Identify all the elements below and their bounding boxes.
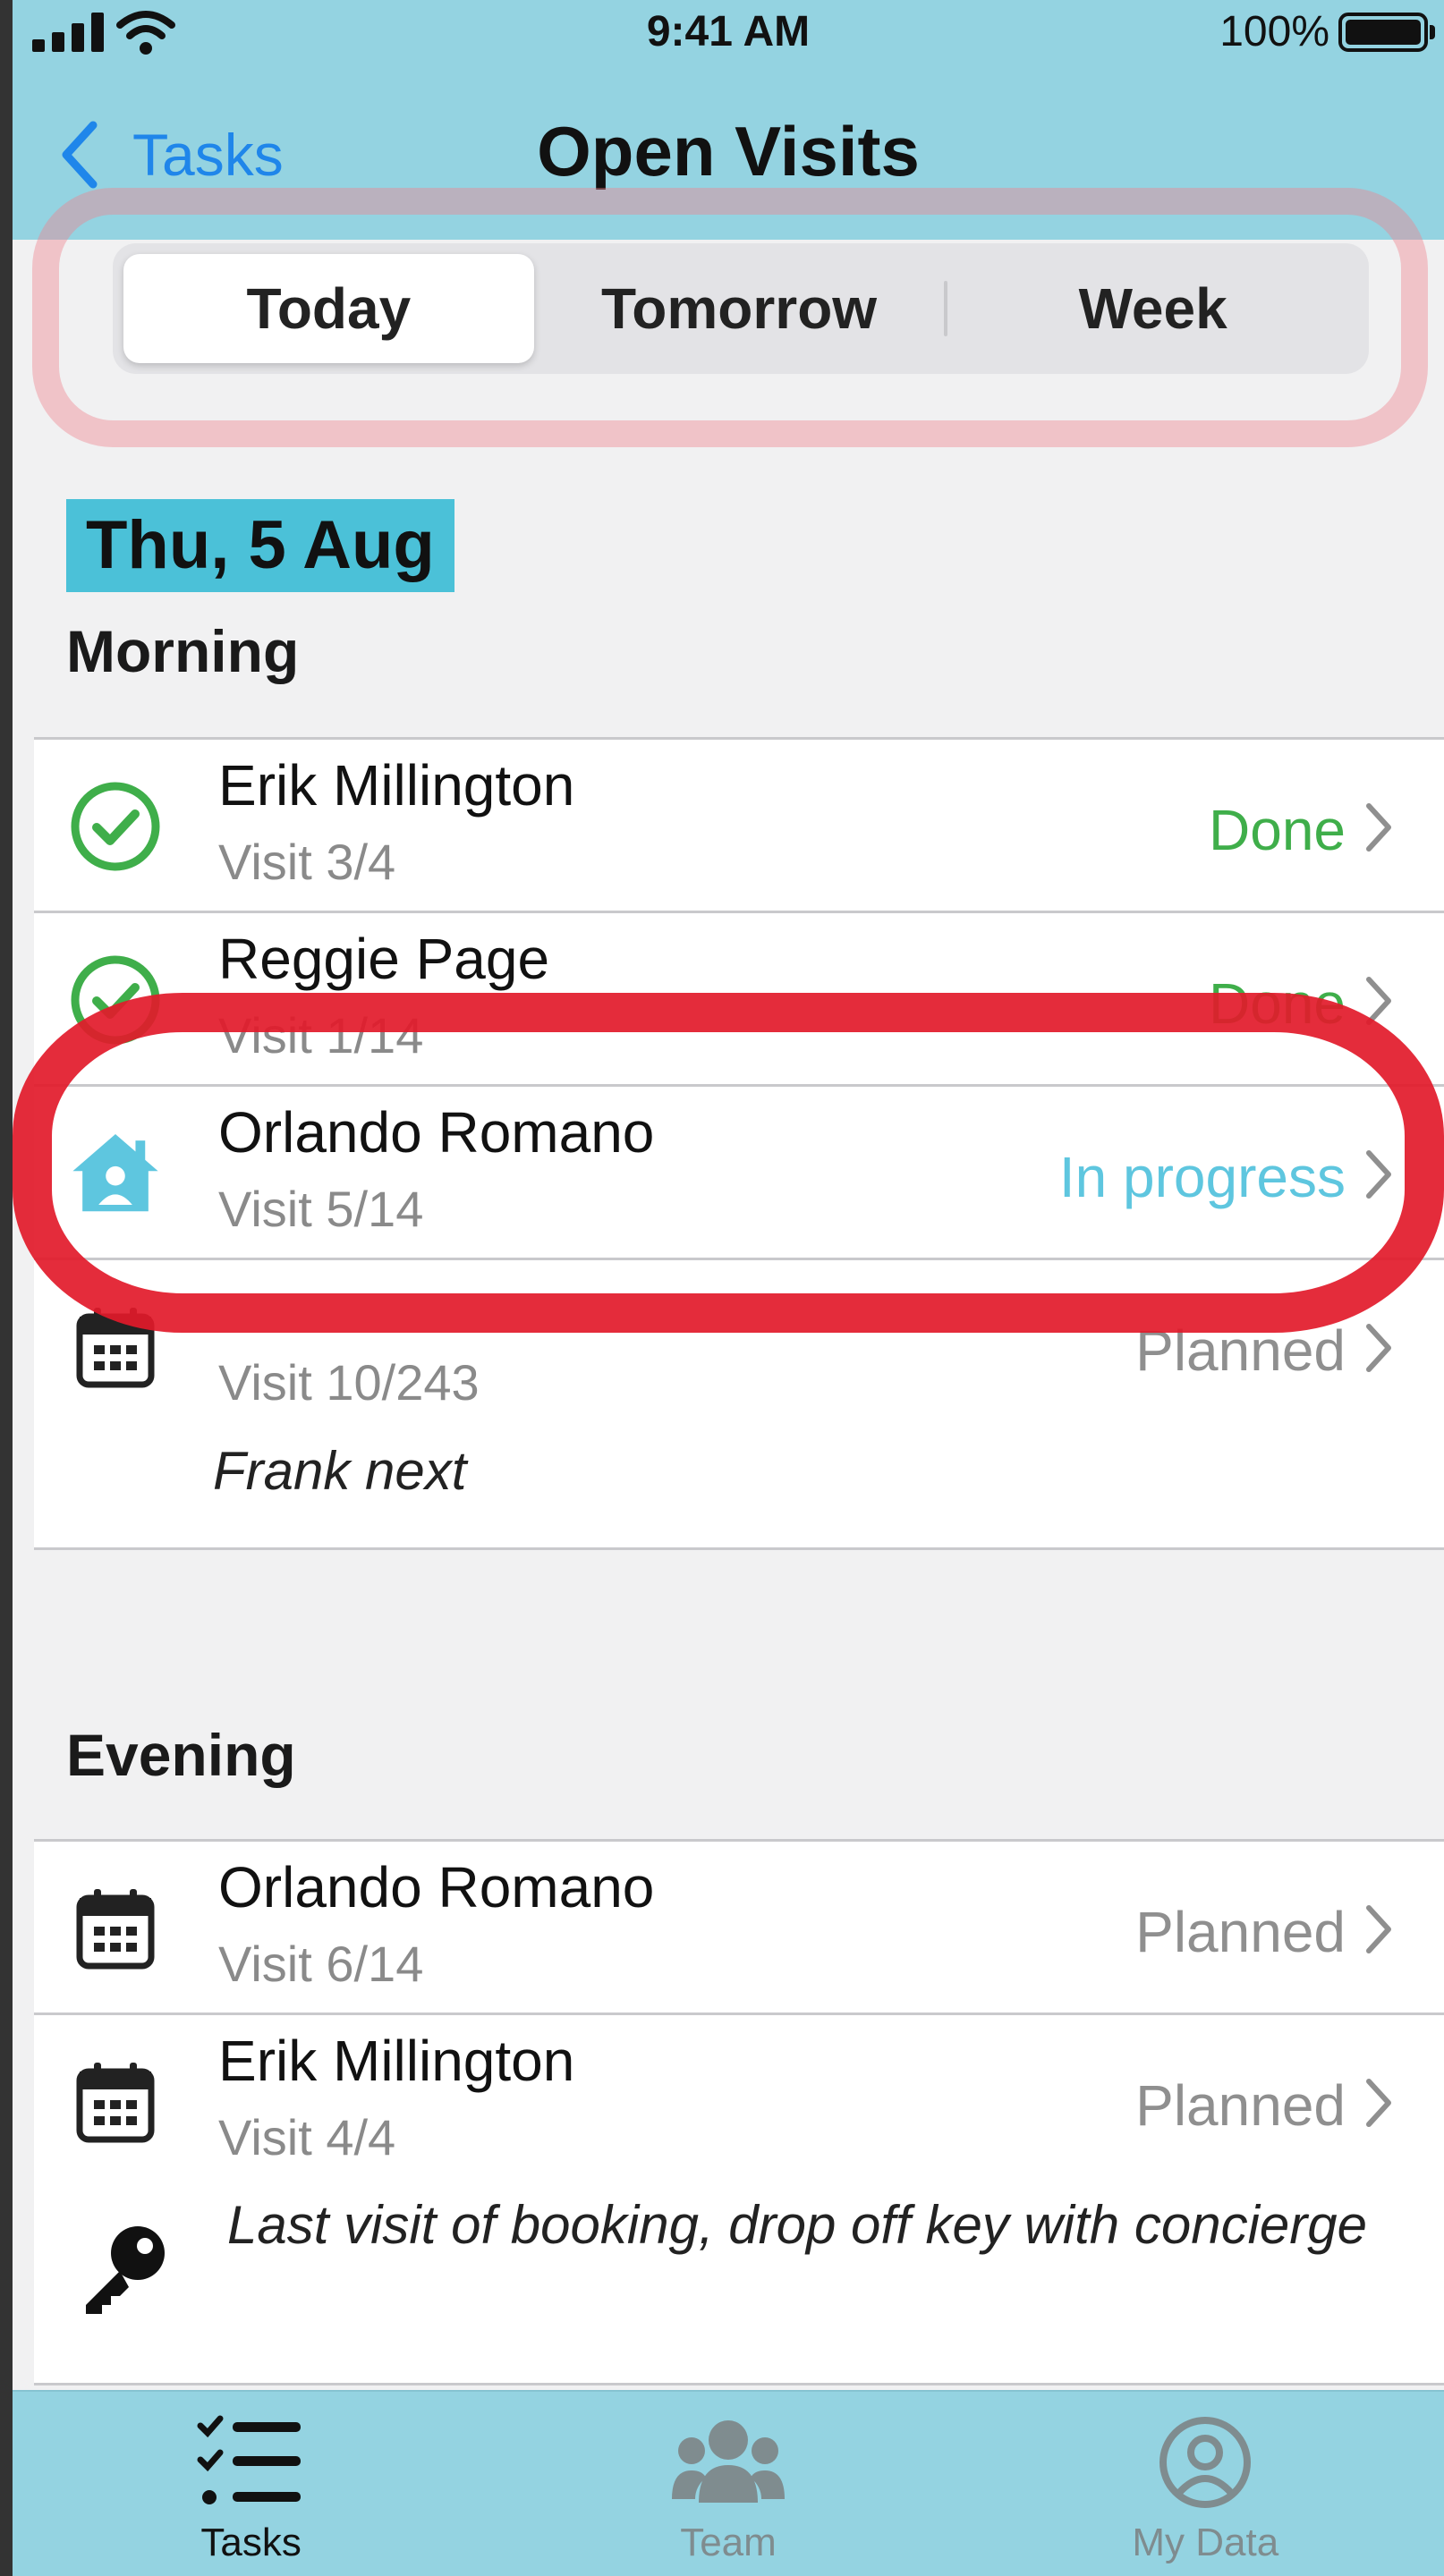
section-title-evening: Evening	[66, 1722, 296, 1788]
status-label: Planned	[1135, 2073, 1346, 2138]
tab-my-data[interactable]: My Data	[967, 2392, 1444, 2576]
chevron-right-icon	[1366, 1150, 1391, 1199]
visit-row[interactable]: Orlando Romano Visit 5/14 In progress	[34, 1087, 1444, 1260]
header: 9:41 AM 100% Tasks Open Visits	[13, 0, 1444, 240]
client-name: Erik Millington	[218, 753, 575, 818]
check-circle-icon	[68, 953, 163, 1047]
client-name: Reggie Page	[218, 927, 550, 991]
segment-tomorrow[interactable]: Tomorrow	[534, 254, 945, 363]
status-label: In progress	[1058, 1145, 1346, 1209]
segment-today[interactable]: Today	[123, 254, 534, 363]
client-name: Orlando Romano	[218, 1100, 655, 1165]
visit-count: Visit 6/14	[218, 1936, 424, 1992]
visit-note: Last visit of booking, drop off key with…	[227, 2195, 1368, 2255]
status-label: Planned	[1135, 1900, 1346, 1964]
checklist-icon	[197, 2415, 301, 2504]
chevron-right-icon	[1366, 1905, 1391, 1953]
visit-row[interactable]: Erik Millington Visit 3/4 Done	[34, 740, 1444, 913]
visit-count: Visit 4/4	[218, 2109, 396, 2165]
app-screen: 9:41 AM 100% Tasks Open Visits Today Tom…	[13, 0, 1444, 2576]
morning-list: Erik Millington Visit 3/4 Done Reggie Pa…	[34, 737, 1444, 1550]
page-title: Open Visits	[537, 112, 920, 191]
evening-list: Orlando Romano Visit 6/14 Planned Erik M…	[34, 1839, 1444, 2385]
visit-row[interactable]: Orlando Romano Visit 6/14 Planned	[34, 1842, 1444, 2015]
visit-note: Frank next	[34, 1434, 1444, 1550]
calendar-icon	[68, 2055, 163, 2149]
visit-count: Visit 3/4	[218, 834, 396, 890]
date-label: Thu, 5 Aug	[66, 499, 454, 592]
tab-bar: Tasks Team My Data	[13, 2390, 1444, 2576]
client-name: Erik Millington	[218, 2029, 575, 2093]
chevron-right-icon	[1366, 803, 1391, 852]
status-label: Done	[1209, 798, 1346, 862]
visit-row[interactable]: Reggie Page Visit 1/14 Done	[34, 913, 1444, 1087]
visit-row[interactable]: Visit 10/243 Planned	[34, 1260, 1444, 1434]
visit-row[interactable]: Erik Millington Visit 4/4 Planned	[34, 2015, 1444, 2189]
chevron-right-icon	[1366, 1324, 1391, 1372]
day-segmented-control: Today Tomorrow Week	[113, 243, 1369, 374]
check-circle-icon	[68, 779, 163, 874]
tab-label: Tasks	[200, 2521, 302, 2564]
calendar-icon	[68, 1300, 163, 1394]
team-icon	[671, 2420, 785, 2503]
chevron-right-icon	[1366, 2079, 1391, 2127]
tab-team[interactable]: Team	[489, 2392, 966, 2576]
house-icon	[68, 1126, 163, 1221]
status-label: Planned	[1135, 1318, 1346, 1383]
battery-percent: 100%	[1219, 8, 1329, 55]
calendar-icon	[68, 1881, 163, 1976]
client-name: Orlando Romano	[218, 1855, 655, 1919]
key-icon	[86, 2226, 165, 2314]
visit-note-block: Last visit of booking, drop off key with…	[34, 2189, 1444, 2385]
tab-label: Team	[680, 2521, 777, 2564]
battery-icon	[1338, 13, 1435, 52]
visit-count: Visit 1/14	[218, 1007, 424, 1063]
visit-count: Visit 10/243	[218, 1354, 480, 1411]
user-circle-icon	[1159, 2417, 1252, 2508]
visit-count: Visit 5/14	[218, 1181, 424, 1237]
tab-tasks[interactable]: Tasks	[13, 2392, 489, 2576]
tab-label: My Data	[1132, 2521, 1279, 2564]
status-label: Done	[1209, 971, 1346, 1036]
segment-week[interactable]: Week	[947, 254, 1358, 363]
section-title-morning: Morning	[66, 618, 300, 684]
chevron-right-icon	[1366, 977, 1391, 1025]
